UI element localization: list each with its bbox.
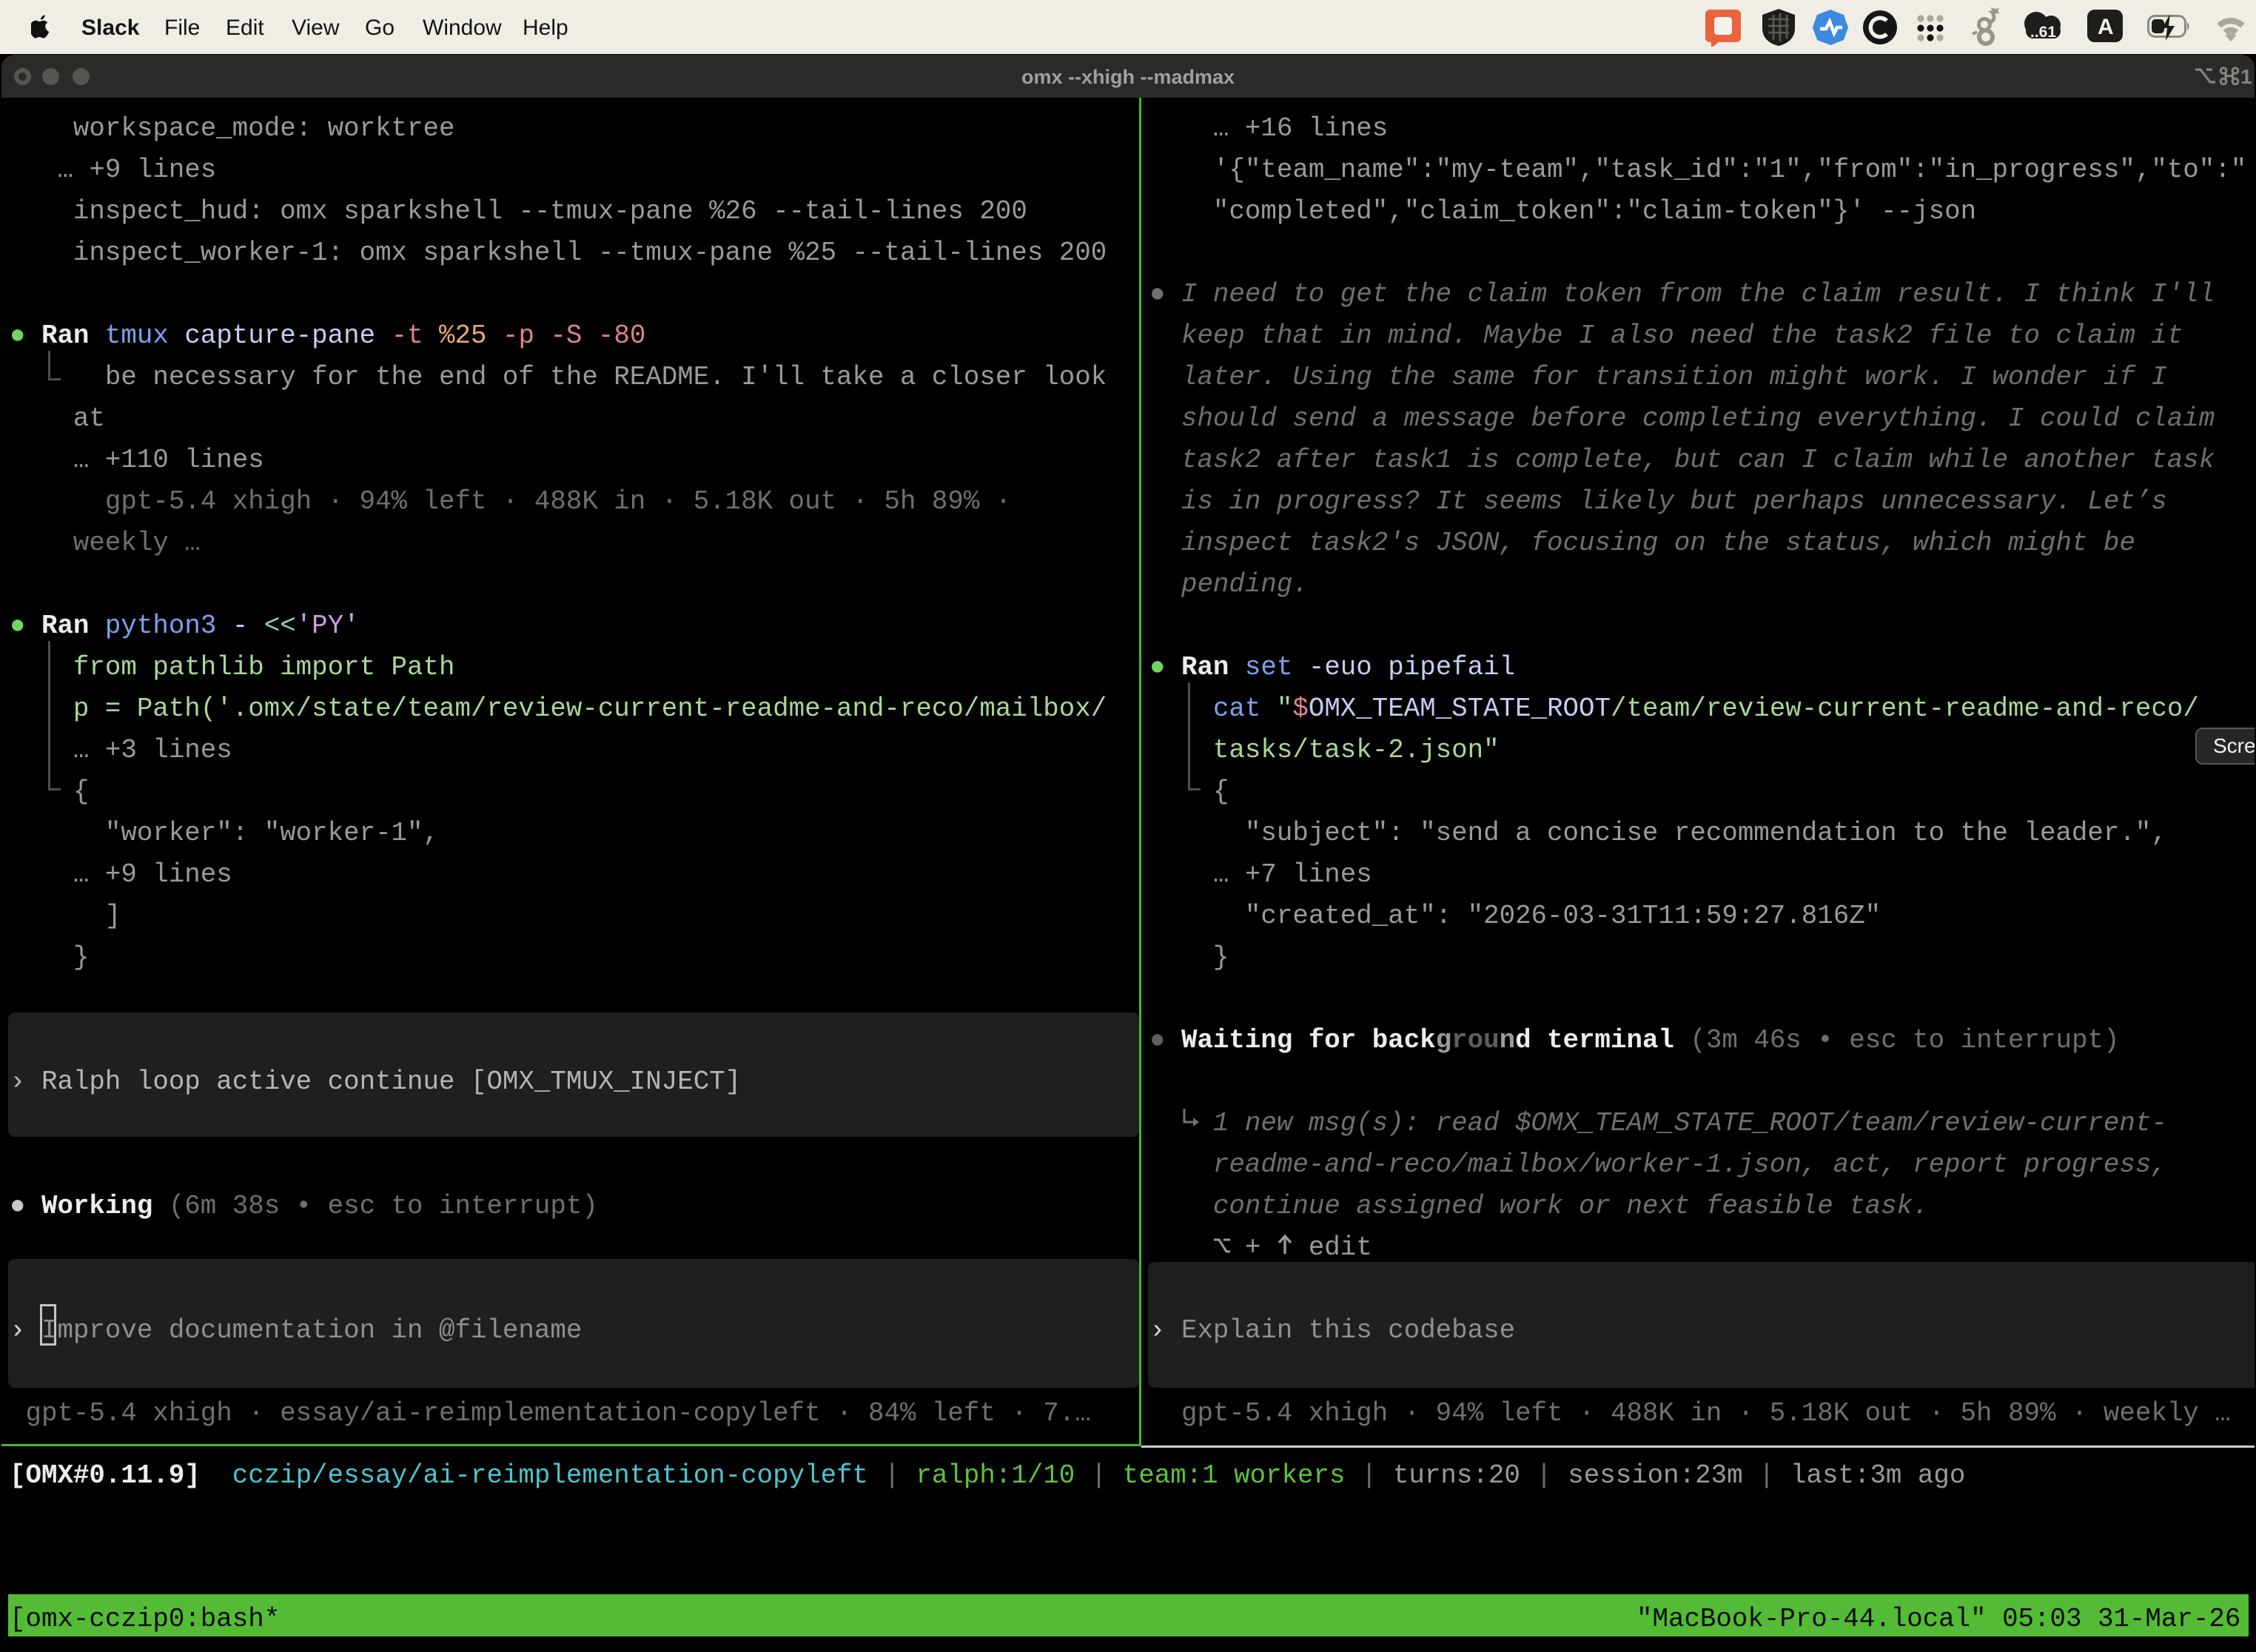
svg-text:1: 1 bbox=[2240, 65, 2252, 88]
svg-text:A: A bbox=[2098, 15, 2114, 39]
svg-text:..61: ..61 bbox=[2030, 24, 2056, 41]
